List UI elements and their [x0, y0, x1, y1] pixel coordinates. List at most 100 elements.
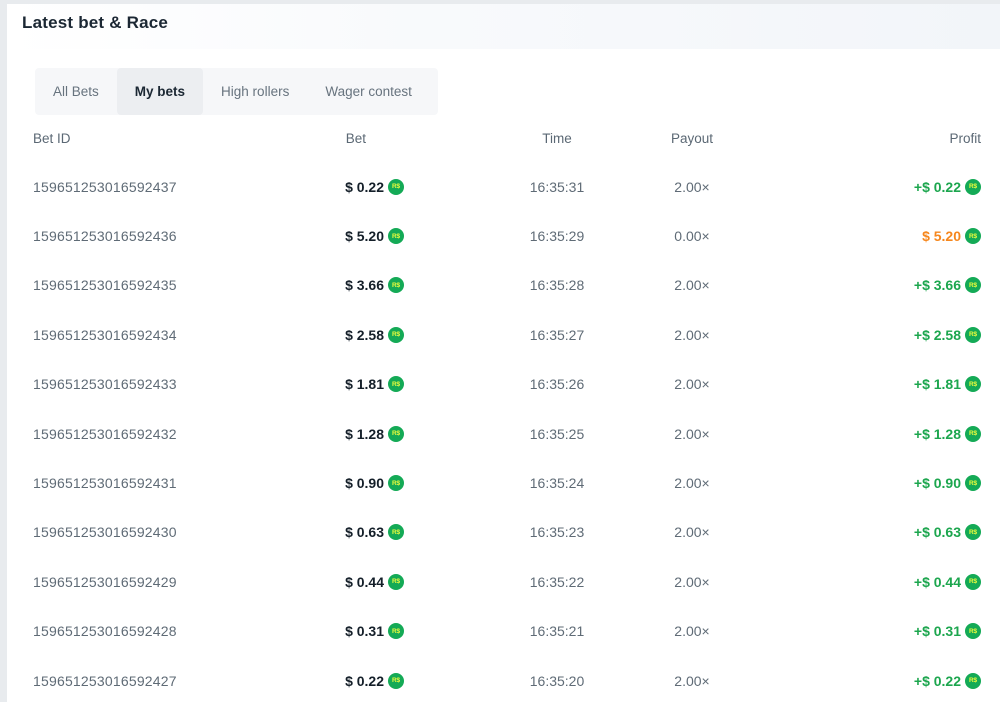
bet-amount-value: $ 0.31 — [345, 623, 384, 639]
bet-amount-cell: $ 0.44R$ — [147, 557, 404, 606]
bet-amount-value: $ 0.63 — [345, 524, 384, 540]
brl-currency-icon: R$ — [965, 327, 981, 343]
time-cell: 16:35:23 — [487, 508, 627, 557]
time-cell: 16:35:31 — [487, 162, 627, 211]
profit-cell: +$ 0.22R$ — [807, 656, 981, 702]
profit-amount-value: +$ 1.28 — [914, 426, 961, 442]
brl-currency-icon: R$ — [388, 277, 404, 293]
payout-cell: 2.00× — [622, 607, 762, 656]
bet-amount-value: $ 0.22 — [345, 673, 384, 689]
bets-card: Latest bet & Race All Bets My bets High … — [7, 4, 1000, 702]
profit-cell: +$ 0.22R$ — [807, 162, 981, 211]
profit-cell: +$ 3.66R$ — [807, 261, 981, 310]
payout-cell: 2.00× — [622, 261, 762, 310]
brl-currency-icon: R$ — [388, 376, 404, 392]
bet-amount-cell: $ 0.22R$ — [147, 162, 404, 211]
brl-currency-icon: R$ — [388, 426, 404, 442]
profit-amount-value: +$ 0.31 — [914, 623, 961, 639]
profit-amount-value: +$ 0.22 — [914, 673, 961, 689]
bet-amount-value: $ 0.90 — [345, 475, 384, 491]
profit-amount-value: +$ 2.58 — [914, 327, 961, 343]
table-row[interactable]: 159651253016592435$ 3.66R$16:35:282.00×+… — [7, 261, 1000, 310]
time-cell: 16:35:27 — [487, 310, 627, 359]
column-header-bet: Bet — [147, 131, 385, 146]
bet-amount-value: $ 0.22 — [345, 179, 384, 195]
bet-amount-value: $ 0.44 — [345, 574, 384, 590]
tab-my-bets[interactable]: My bets — [117, 68, 203, 115]
payout-cell: 2.00× — [622, 557, 762, 606]
bets-table-body: 159651253016592437$ 0.22R$16:35:312.00×+… — [7, 162, 1000, 702]
table-row[interactable]: 159651253016592437$ 0.22R$16:35:312.00×+… — [7, 162, 1000, 211]
bet-amount-value: $ 1.28 — [345, 426, 384, 442]
profit-cell: +$ 0.44R$ — [807, 557, 981, 606]
tab-wager-contest[interactable]: Wager contest — [307, 68, 430, 115]
payout-cell: 2.00× — [622, 656, 762, 702]
payout-cell: 2.00× — [622, 458, 762, 507]
tab-high-rollers[interactable]: High rollers — [203, 68, 307, 115]
profit-cell: +$ 1.28R$ — [807, 409, 981, 458]
time-cell: 16:35:22 — [487, 557, 627, 606]
payout-cell: 2.00× — [622, 310, 762, 359]
page-title: Latest bet & Race — [22, 13, 168, 33]
table-row[interactable]: 159651253016592430$ 0.63R$16:35:232.00×+… — [7, 508, 1000, 557]
time-cell: 16:35:20 — [487, 656, 627, 702]
bet-amount-value: $ 2.58 — [345, 327, 384, 343]
time-cell: 16:35:29 — [487, 211, 627, 260]
brl-currency-icon: R$ — [965, 673, 981, 689]
profit-cell: +$ 0.31R$ — [807, 607, 981, 656]
profit-cell: +$ 2.58R$ — [807, 310, 981, 359]
profit-cell: +$ 1.81R$ — [807, 360, 981, 409]
payout-cell: 2.00× — [622, 409, 762, 458]
table-row[interactable]: 159651253016592431$ 0.90R$16:35:242.00×+… — [7, 458, 1000, 507]
latest-bet-race-panel: Latest bet & Race All Bets My bets High … — [0, 0, 1000, 702]
column-header-bet-id: Bet ID — [33, 131, 71, 146]
bet-amount-cell: $ 3.66R$ — [147, 261, 404, 310]
column-header-profit: Profit — [807, 131, 981, 146]
brl-currency-icon: R$ — [388, 179, 404, 195]
brl-currency-icon: R$ — [965, 475, 981, 491]
table-row[interactable]: 159651253016592428$ 0.31R$16:35:212.00×+… — [7, 607, 1000, 656]
brl-currency-icon: R$ — [965, 524, 981, 540]
table-header-row: Bet ID Bet Time Payout Profit — [7, 126, 1000, 154]
brl-currency-icon: R$ — [965, 376, 981, 392]
profit-cell: +$ 0.63R$ — [807, 508, 981, 557]
bet-amount-cell: $ 0.31R$ — [147, 607, 404, 656]
time-cell: 16:35:28 — [487, 261, 627, 310]
tab-all-bets[interactable]: All Bets — [35, 68, 117, 115]
table-row[interactable]: 159651253016592429$ 0.44R$16:35:222.00×+… — [7, 557, 1000, 606]
brl-currency-icon: R$ — [965, 179, 981, 195]
brl-currency-icon: R$ — [388, 524, 404, 540]
table-row[interactable]: 159651253016592427$ 0.22R$16:35:202.00×+… — [7, 656, 1000, 702]
brl-currency-icon: R$ — [388, 623, 404, 639]
brl-currency-icon: R$ — [965, 574, 981, 590]
time-cell: 16:35:21 — [487, 607, 627, 656]
profit-amount-value: $ 5.20 — [922, 228, 961, 244]
bet-amount-cell: $ 0.63R$ — [147, 508, 404, 557]
bet-amount-cell: $ 1.28R$ — [147, 409, 404, 458]
brl-currency-icon: R$ — [965, 623, 981, 639]
brl-currency-icon: R$ — [965, 426, 981, 442]
brl-currency-icon: R$ — [388, 228, 404, 244]
bet-amount-value: $ 1.81 — [345, 376, 384, 392]
brl-currency-icon: R$ — [965, 228, 981, 244]
table-row[interactable]: 159651253016592434$ 2.58R$16:35:272.00×+… — [7, 310, 1000, 359]
time-cell: 16:35:25 — [487, 409, 627, 458]
bets-tab-bar: All Bets My bets High rollers Wager cont… — [35, 68, 438, 115]
bet-amount-value: $ 5.20 — [345, 228, 384, 244]
brl-currency-icon: R$ — [388, 574, 404, 590]
bet-amount-cell: $ 1.81R$ — [147, 360, 404, 409]
table-row[interactable]: 159651253016592433$ 1.81R$16:35:262.00×+… — [7, 360, 1000, 409]
bet-amount-value: $ 3.66 — [345, 277, 384, 293]
column-header-payout: Payout — [622, 131, 762, 146]
column-header-time: Time — [487, 131, 627, 146]
brl-currency-icon: R$ — [388, 673, 404, 689]
payout-cell: 0.00× — [622, 211, 762, 260]
brl-currency-icon: R$ — [388, 475, 404, 491]
profit-amount-value: +$ 0.63 — [914, 524, 961, 540]
payout-cell: 2.00× — [622, 508, 762, 557]
payout-cell: 2.00× — [622, 360, 762, 409]
time-cell: 16:35:26 — [487, 360, 627, 409]
table-row[interactable]: 159651253016592436$ 5.20R$16:35:290.00×$… — [7, 211, 1000, 260]
table-row[interactable]: 159651253016592432$ 1.28R$16:35:252.00×+… — [7, 409, 1000, 458]
payout-cell: 2.00× — [622, 162, 762, 211]
